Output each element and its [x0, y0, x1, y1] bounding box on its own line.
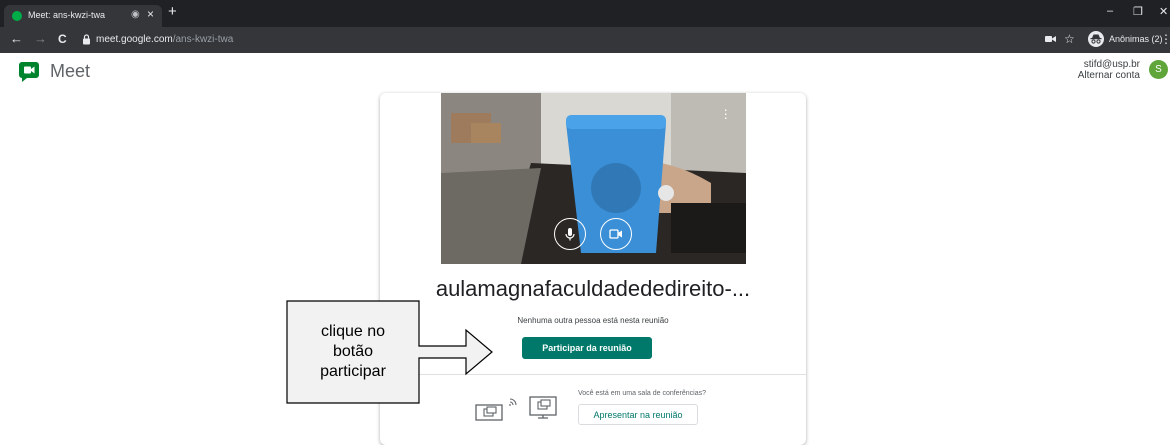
star-icon[interactable]: ☆: [1064, 32, 1075, 46]
url-text: meet.google.com/ans-kwzi-twa: [96, 34, 233, 45]
conference-room-question: Você está em uma sala de conferências?: [578, 390, 707, 397]
present-button[interactable]: Apresentar na reunião: [578, 404, 698, 425]
videocam-icon: [609, 229, 622, 239]
restore-button[interactable]: ❐: [1133, 5, 1143, 18]
forward-button[interactable]: →: [34, 32, 47, 46]
new-tab-button[interactable]: +: [168, 4, 177, 19]
lock-icon: [83, 34, 90, 45]
microphone-button[interactable]: [554, 218, 586, 250]
minimize-button[interactable]: –: [1107, 5, 1113, 17]
annotation-line-1: clique no: [320, 323, 386, 340]
browser-toolbar: ← → C meet.google.com/ans-kwzi-twa ☆ Anô…: [0, 27, 1170, 53]
browser-tab[interactable]: Meet: ans-kwzi-twa ◉ ×: [4, 5, 162, 27]
switch-account-link[interactable]: Alternar conta: [1078, 70, 1140, 81]
tab-title: Meet: ans-kwzi-twa: [28, 10, 106, 20]
back-button[interactable]: ←: [10, 32, 23, 46]
annotation-line-3: participar: [320, 363, 386, 380]
camera-preview-image: [441, 93, 746, 264]
meeting-name: aulamagnafaculdadededireito-...: [435, 276, 751, 301]
meet-favicon-icon: [12, 11, 22, 21]
annotation-text: clique no botão participar: [289, 322, 417, 382]
camera-icon[interactable]: [1045, 34, 1056, 46]
account-email: stifd@usp.br: [1083, 59, 1140, 70]
join-meeting-button[interactable]: Participar da reunião: [522, 337, 652, 359]
microphone-icon: [565, 228, 575, 241]
meet-logo[interactable]: Meet: [18, 60, 90, 82]
preview-more-icon[interactable]: · · ·: [723, 102, 728, 124]
browser-tab-bar: Meet: ans-kwzi-twa ◉ × + – ❐ ✕: [0, 0, 1170, 27]
url-host: meet.google.com: [96, 34, 173, 45]
profile-button[interactable]: Anônimas (2): [1088, 31, 1163, 47]
profile-label: Anônimas (2): [1109, 34, 1163, 44]
tab-audio-icon[interactable]: ◉: [131, 9, 140, 20]
annotation-line-2: botão: [332, 343, 374, 360]
tab-close-button[interactable]: ×: [147, 7, 154, 21]
meet-logo-icon: [19, 62, 39, 82]
address-bar[interactable]: meet.google.com/ans-kwzi-twa: [78, 30, 1026, 50]
camera-toggle-button[interactable]: [600, 218, 632, 250]
app-name: Meet: [50, 60, 91, 81]
url-path: /ans-kwzi-twa: [172, 34, 234, 45]
reload-button[interactable]: C: [58, 32, 67, 46]
incognito-icon: [1088, 31, 1104, 47]
avatar[interactable]: S: [1149, 60, 1168, 79]
close-window-button[interactable]: ✕: [1159, 5, 1168, 18]
more-vert-icon[interactable]: ⋮: [1160, 32, 1170, 46]
camera-preview: · · ·: [441, 93, 746, 264]
account-info: stifd@usp.br Alternar conta: [1078, 59, 1140, 81]
